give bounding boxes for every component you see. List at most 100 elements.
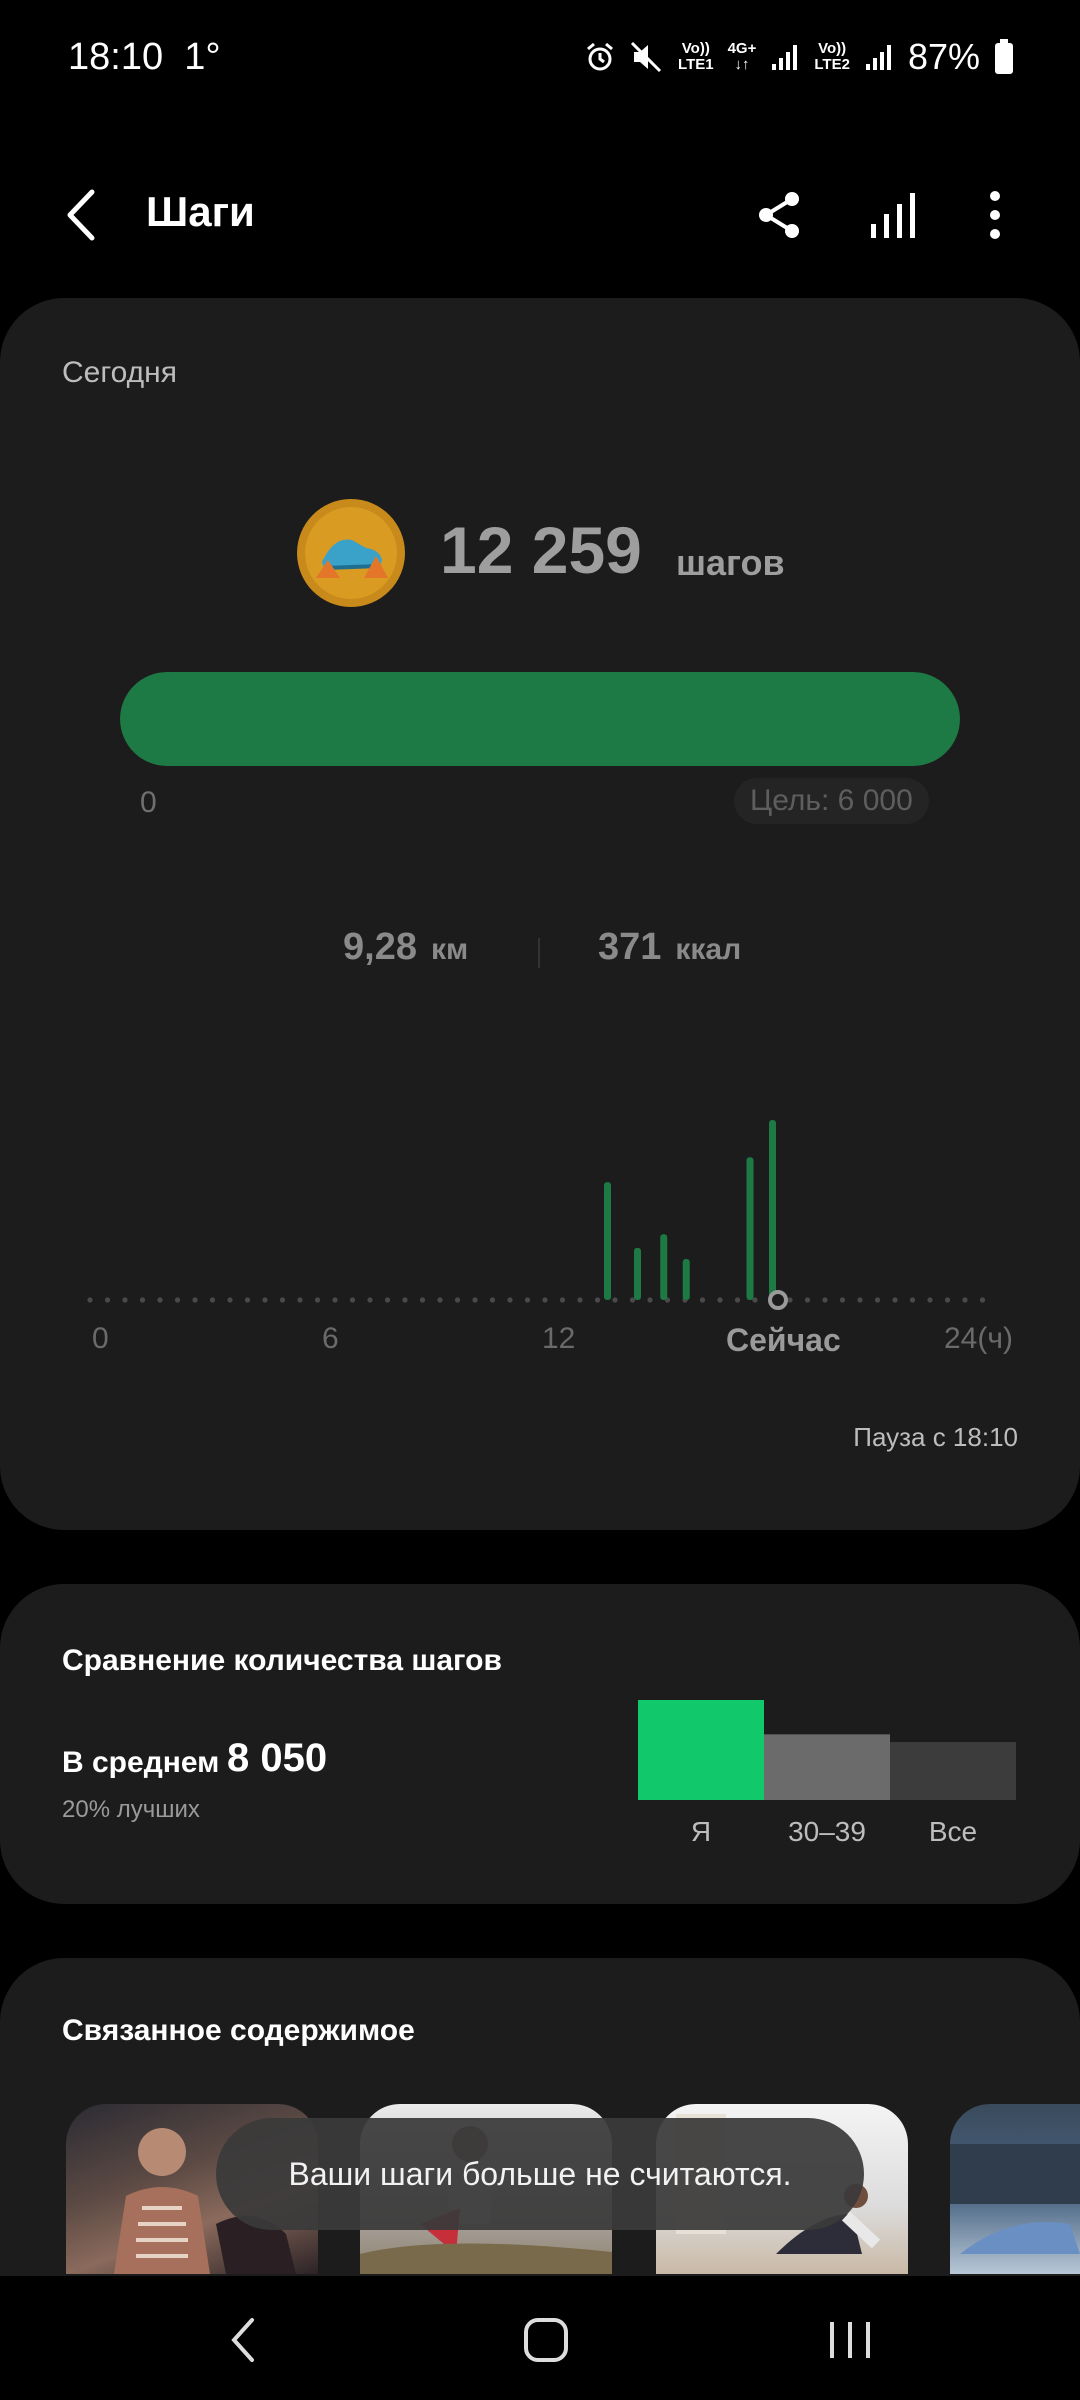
- chart-baseline-dot: [979, 1297, 986, 1303]
- chart-baseline-dot: [454, 1297, 461, 1303]
- chart-tick-0: 0: [92, 1322, 109, 1355]
- signal-icon: [772, 45, 798, 70]
- chart-baseline-dot: [944, 1297, 951, 1303]
- nav-back-icon: [231, 2318, 254, 2362]
- chart-baseline-dot: [734, 1297, 741, 1303]
- chart-bar: [604, 1182, 611, 1300]
- chart-baseline-dot: [612, 1297, 618, 1303]
- chart-baseline-dot: [892, 1297, 898, 1303]
- chart-bar: [660, 1234, 668, 1300]
- metric-divider: [538, 938, 540, 968]
- chart-baseline-dot: [174, 1297, 181, 1303]
- nav-recents-icon: [830, 2322, 870, 2358]
- calories-value: 371: [598, 926, 662, 968]
- chart-baseline-dot: [874, 1297, 881, 1303]
- calories-unit: ккал: [675, 933, 742, 966]
- today-label: Сегодня: [62, 356, 177, 389]
- more-vertical-icon: [990, 191, 1000, 239]
- status-time: 18:10 1°: [68, 36, 221, 78]
- distance-metric: 9,28 км: [343, 926, 468, 969]
- chart-baseline-dot: [87, 1297, 93, 1303]
- today-card[interactable]: [0, 298, 1080, 1530]
- goal-progress-fill: [120, 672, 960, 766]
- bar-chart-icon: [871, 193, 915, 238]
- more-button[interactable]: [960, 180, 1030, 250]
- nav-home-button[interactable]: [516, 2310, 576, 2370]
- chart-baseline-dot: [262, 1297, 268, 1303]
- comparison-bar: [890, 1742, 1016, 1800]
- sim1-tag: Vo)) LTE1: [678, 40, 714, 73]
- chart-baseline-dot: [594, 1297, 601, 1303]
- hourly-steps-chart[interactable]: [0, 1080, 1080, 1320]
- chart-baseline-dot: [209, 1297, 216, 1303]
- chart-baseline-dot: [717, 1297, 723, 1303]
- chart-baseline-dot: [332, 1297, 338, 1303]
- progress-min-label: 0: [140, 786, 157, 819]
- chart-baseline-dot: [279, 1297, 286, 1303]
- chart-baseline-dot: [804, 1297, 811, 1303]
- chart-baseline-dot: [472, 1297, 478, 1303]
- chart-now-marker: [768, 1290, 788, 1310]
- chart-baseline-dot: [437, 1297, 443, 1303]
- comparison-label-all: Все: [928, 1816, 978, 1847]
- back-icon: [67, 189, 95, 241]
- percentile-label: 20% лучших: [62, 1796, 200, 1823]
- chart-tick-12: 12: [542, 1322, 576, 1355]
- share-button[interactable]: [744, 180, 814, 250]
- chart-bar: [746, 1157, 754, 1300]
- calories-metric: 371 ккал: [598, 926, 741, 969]
- chart-baseline-dot: [384, 1297, 391, 1303]
- chart-baseline-dot: [402, 1297, 408, 1303]
- chart-baseline-dot: [122, 1297, 128, 1303]
- average-value: 8 050: [227, 1736, 328, 1780]
- chart-baseline-dot: [524, 1297, 531, 1303]
- chart-bar: [634, 1247, 641, 1300]
- comparison-label-me: Я: [690, 1816, 712, 1847]
- chart-baseline-dot: [909, 1297, 916, 1303]
- chart-tick-24: 24(ч): [944, 1322, 1013, 1355]
- signal-icon: [865, 45, 891, 70]
- alarm-icon: [587, 42, 613, 71]
- comparison-label-age: 30–39: [788, 1816, 866, 1847]
- chart-baseline-dot: [244, 1297, 251, 1303]
- chart-baseline-dot: [367, 1297, 373, 1303]
- share-icon: [759, 192, 799, 238]
- chart-baseline-dot: [542, 1297, 548, 1303]
- chart-baseline-dot: [787, 1297, 793, 1303]
- page-title: Шаги: [146, 188, 255, 235]
- chart-baseline-dot: [927, 1297, 933, 1303]
- trends-button[interactable]: [858, 180, 928, 250]
- mute-icon: [630, 41, 662, 73]
- chart-baseline-dot: [104, 1297, 111, 1303]
- chart-baseline-dot: [419, 1297, 426, 1303]
- average-label: В среднем: [62, 1746, 220, 1779]
- chart-baseline-dot: [192, 1297, 198, 1303]
- chart-baseline-dot: [559, 1297, 566, 1303]
- chart-baseline-dot: [822, 1297, 828, 1303]
- chart-now-label: Сейчас: [726, 1322, 841, 1358]
- chart-baseline-dot: [349, 1297, 356, 1303]
- toast-message: Ваши шаги больше не считаются.: [216, 2118, 864, 2230]
- related-title: Связанное содержимое: [62, 2014, 415, 2047]
- comparison-bar: [764, 1734, 890, 1800]
- chart-tick-6: 6: [322, 1322, 339, 1355]
- step-unit: шагов: [676, 542, 785, 583]
- chart-baseline-dot: [857, 1297, 863, 1303]
- nav-home-icon: [524, 2318, 568, 2362]
- chart-baseline-dot: [839, 1297, 846, 1303]
- sim2-tag: Vo)) LTE2: [814, 40, 850, 73]
- network-type: 4G+ ↓↑: [727, 40, 757, 73]
- chart-baseline-dot: [577, 1297, 583, 1303]
- status-icons: Vo)) LTE1 4G+ ↓↑ Vo)) LTE2 87%: [584, 36, 1014, 78]
- chart-baseline-dot: [962, 1297, 968, 1303]
- related-item-stretch[interactable]: [950, 2104, 1080, 2274]
- steps-medal-icon: [297, 499, 405, 607]
- chart-baseline-dot: [699, 1297, 706, 1303]
- back-button[interactable]: [58, 180, 108, 250]
- nav-recents-button[interactable]: [820, 2310, 880, 2370]
- nav-back-button[interactable]: [220, 2310, 270, 2370]
- chart-baseline-dot: [647, 1297, 653, 1303]
- battery-percent: 87%: [907, 36, 980, 77]
- chart-baseline-dot: [507, 1297, 513, 1303]
- goal-badge[interactable]: Цель: 6 000: [734, 778, 929, 824]
